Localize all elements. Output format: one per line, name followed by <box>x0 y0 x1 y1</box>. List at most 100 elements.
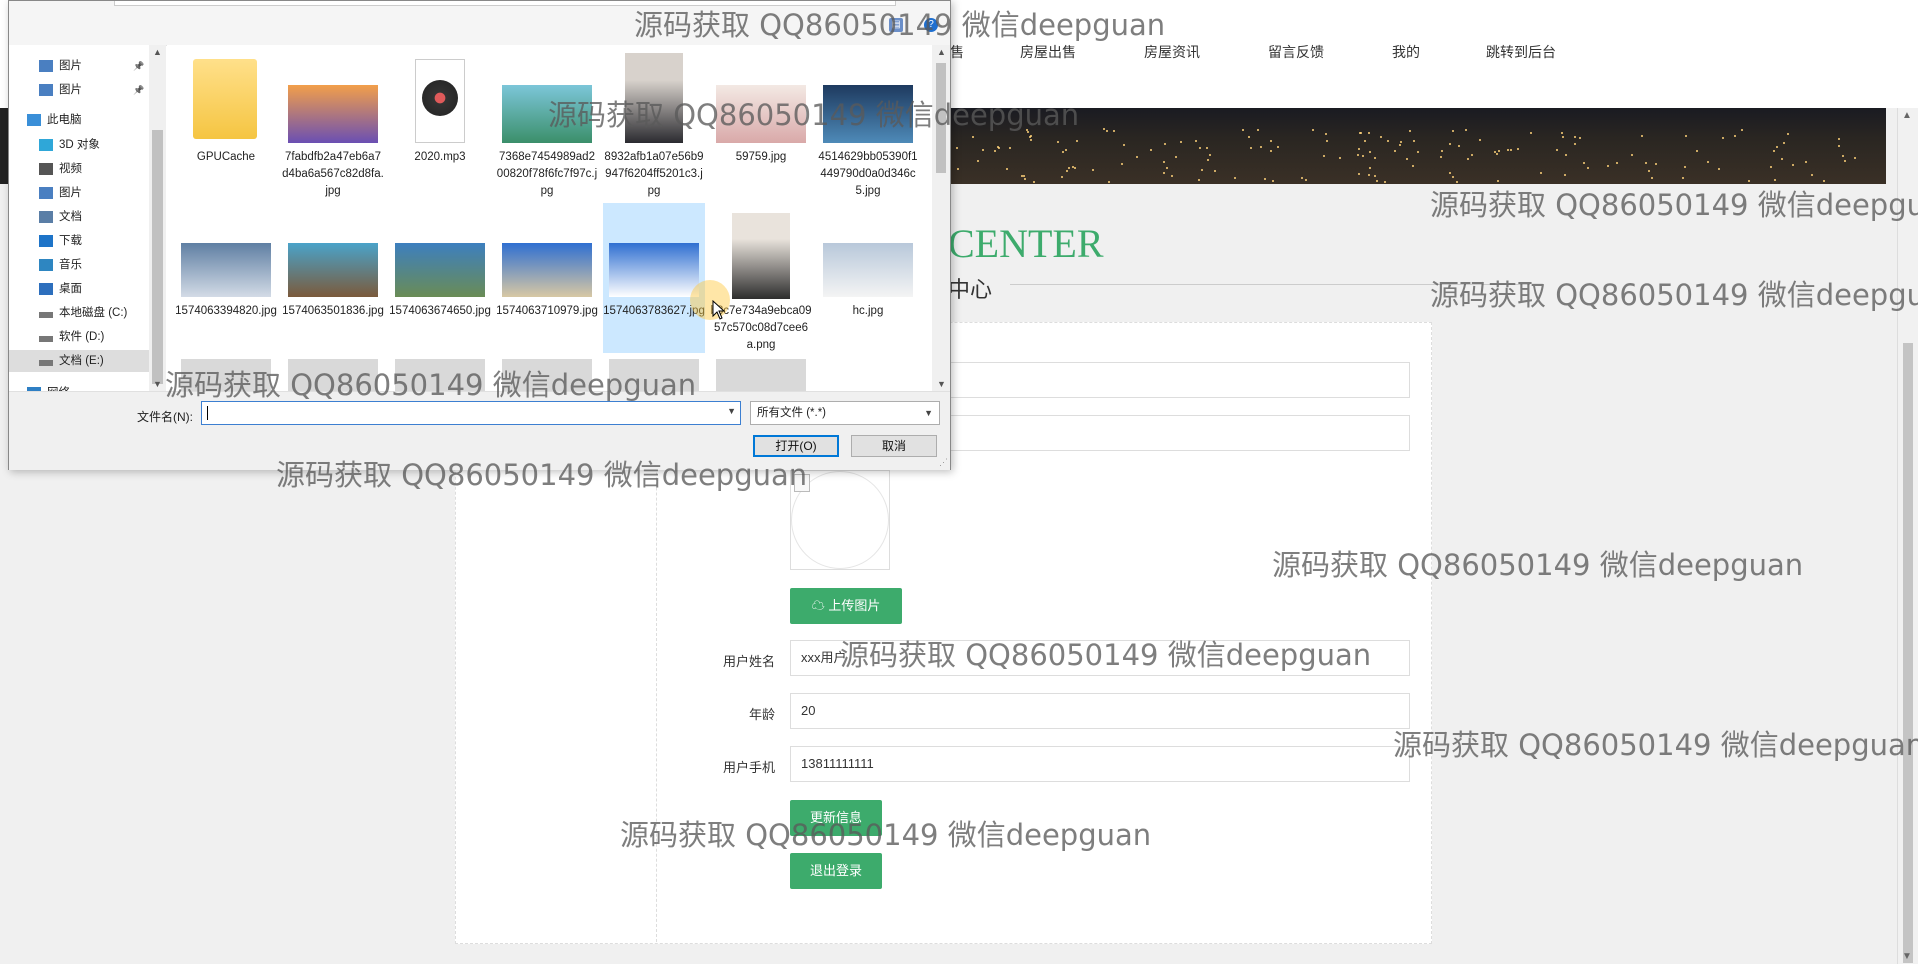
phone-label: 用户手机 <box>722 760 775 775</box>
file-item[interactable]: 1574063783627.jpg <box>603 203 705 353</box>
banner-light <box>1400 141 1402 143</box>
tree-item[interactable]: 桌面 <box>9 278 149 300</box>
banner-light <box>1374 157 1376 159</box>
chevron-down-icon[interactable]: ▼ <box>727 406 736 416</box>
username-label: 用户姓名 <box>722 654 775 669</box>
files-scroll-down-icon[interactable]: ▼ <box>937 379 946 389</box>
banner-light <box>1072 166 1074 168</box>
banner-light <box>1242 129 1244 131</box>
nav-item-admin[interactable]: 跳转到后台 <box>1486 42 1556 62</box>
tree-item[interactable]: 图片 <box>9 182 149 204</box>
navigation-tree: 图片 📌 图片 📌 此电脑 3D 对象 视频 图片 文档 下载 音乐 桌面 本地磁盘 (C:) 软件 (D… <box>9 45 149 399</box>
banner-light <box>1076 140 1078 142</box>
banner-light <box>1369 167 1371 169</box>
drive-icon <box>39 312 53 318</box>
file-name: 7368e7454989ad200820f78f6fc7f97c.jpg <box>496 151 598 197</box>
file-item[interactable]: 1574063674650.jpg <box>389 203 491 353</box>
banner-light <box>1387 140 1389 142</box>
tree-scroll-up-icon[interactable]: ▲ <box>153 47 162 57</box>
age-input[interactable]: 20 <box>790 693 1410 729</box>
tree-item[interactable]: 此电脑 <box>9 109 149 131</box>
scroll-down-icon[interactable]: ▼ <box>1902 951 1912 962</box>
file-item[interactable]: 1574063394820.jpg <box>175 203 277 353</box>
page-scrollbar-thumb[interactable] <box>1903 343 1913 963</box>
resize-grip-icon[interactable]: ⋰ <box>939 457 948 468</box>
tree-item[interactable]: 文档 <box>9 206 149 228</box>
folder-icon <box>193 59 257 139</box>
phone-input[interactable]: 13811111111 <box>790 746 1410 782</box>
tree-scroll-down-icon[interactable]: ▼ <box>153 379 162 389</box>
upload-image-button[interactable]: ☁ 上传图片 <box>790 588 902 624</box>
tree-item-label: 此电脑 <box>47 114 82 126</box>
tree-item[interactable]: 软件 (D:) <box>9 326 149 348</box>
banner-light <box>1248 136 1250 138</box>
tree-item[interactable]: 本地磁盘 (C:) <box>9 302 149 324</box>
files-scroll-up-icon[interactable]: ▲ <box>937 47 946 57</box>
banner-light <box>1707 161 1709 163</box>
banner-light <box>1199 147 1201 149</box>
tree-item[interactable]: 下载 <box>9 230 149 252</box>
banner-light <box>1805 161 1807 163</box>
banner-light <box>1250 147 1252 149</box>
watermark: 源码获取 QQ86050149 微信deepguan <box>634 8 1166 42</box>
banner-light <box>1339 157 1341 159</box>
file-item[interactable]: b8c7e734a9ebca0957c570c08d7cee6a.png <box>710 203 812 353</box>
banner-light <box>1326 140 1328 142</box>
banner-light <box>1021 175 1023 177</box>
nav-item-partial[interactable]: 售 <box>950 42 964 62</box>
banner-light <box>1441 150 1443 152</box>
banner-light <box>1136 156 1138 158</box>
chevron-down-icon: ▼ <box>924 408 933 418</box>
nav-item-house-news[interactable]: 房屋资讯 <box>1144 42 1200 62</box>
banner-light <box>1358 148 1360 150</box>
tree-scrollbar[interactable]: ▲ ▼ <box>149 45 166 391</box>
nav-item-feedback[interactable]: 留言反馈 <box>1268 42 1324 62</box>
tree-item[interactable]: 音乐 <box>9 254 149 276</box>
banner-light <box>1651 177 1653 179</box>
tree-item[interactable]: 图片 📌 <box>9 79 149 101</box>
file-item[interactable]: 7fabdfb2a47eb6a7d4ba6a567c82d8fa.jpg <box>282 45 384 197</box>
download-icon <box>39 235 53 247</box>
file-item[interactable]: 1574063710979.jpg <box>496 203 598 353</box>
banner-light <box>1517 148 1519 150</box>
file-item[interactable]: hc.jpg <box>817 203 919 353</box>
banner-light <box>1540 172 1542 174</box>
tree-scrollbar-thumb[interactable] <box>152 130 163 384</box>
cancel-button[interactable]: 取消 <box>851 435 937 457</box>
banner-light <box>1163 172 1165 174</box>
file-item[interactable]: 2020.mp3 <box>389 45 491 195</box>
tree-item[interactable]: 视频 <box>9 158 149 180</box>
banner-light <box>1417 151 1419 153</box>
pictures-icon <box>39 60 53 72</box>
banner-light <box>1587 167 1589 169</box>
banner-light <box>1399 144 1401 146</box>
nav-item-mine[interactable]: 我的 <box>1392 42 1420 62</box>
scroll-up-icon[interactable]: ▲ <box>1902 110 1912 121</box>
banner-light <box>1607 165 1609 167</box>
banner-light <box>1030 139 1032 141</box>
file-type-select[interactable]: 所有文件 (*.*) ▼ <box>750 401 940 425</box>
banner-light <box>1264 178 1266 180</box>
tree-item[interactable]: 文档 (E:) <box>9 350 149 372</box>
banner-light <box>1305 179 1307 181</box>
logout-button[interactable]: 退出登录 <box>790 853 882 889</box>
image-thumbnail[interactable] <box>716 359 806 391</box>
tree-item[interactable]: 3D 对象 <box>9 134 149 156</box>
banner-light <box>1409 130 1411 132</box>
page-scrollbar[interactable]: ▲ ▼ <box>1897 108 1918 964</box>
banner-light <box>1449 143 1451 145</box>
image-thumbnail <box>288 85 378 143</box>
banner-light <box>1113 130 1115 132</box>
nav-item-house-sale[interactable]: 房屋出售 <box>1020 42 1076 62</box>
banner-light <box>1718 168 1720 170</box>
file-name: 1574063501836.jpg <box>282 305 384 317</box>
filename-input[interactable]: ▼ <box>201 401 741 425</box>
tree-item[interactable]: 图片 📌 <box>9 55 149 77</box>
pictures-icon <box>39 84 53 96</box>
file-item[interactable]: 1574063501836.jpg <box>282 203 384 353</box>
file-item[interactable]: GPUCache <box>175 45 277 195</box>
image-thumbnail <box>395 243 485 297</box>
banner-light <box>1362 155 1364 157</box>
banner-light <box>1781 158 1783 160</box>
banner-light <box>1057 141 1059 143</box>
